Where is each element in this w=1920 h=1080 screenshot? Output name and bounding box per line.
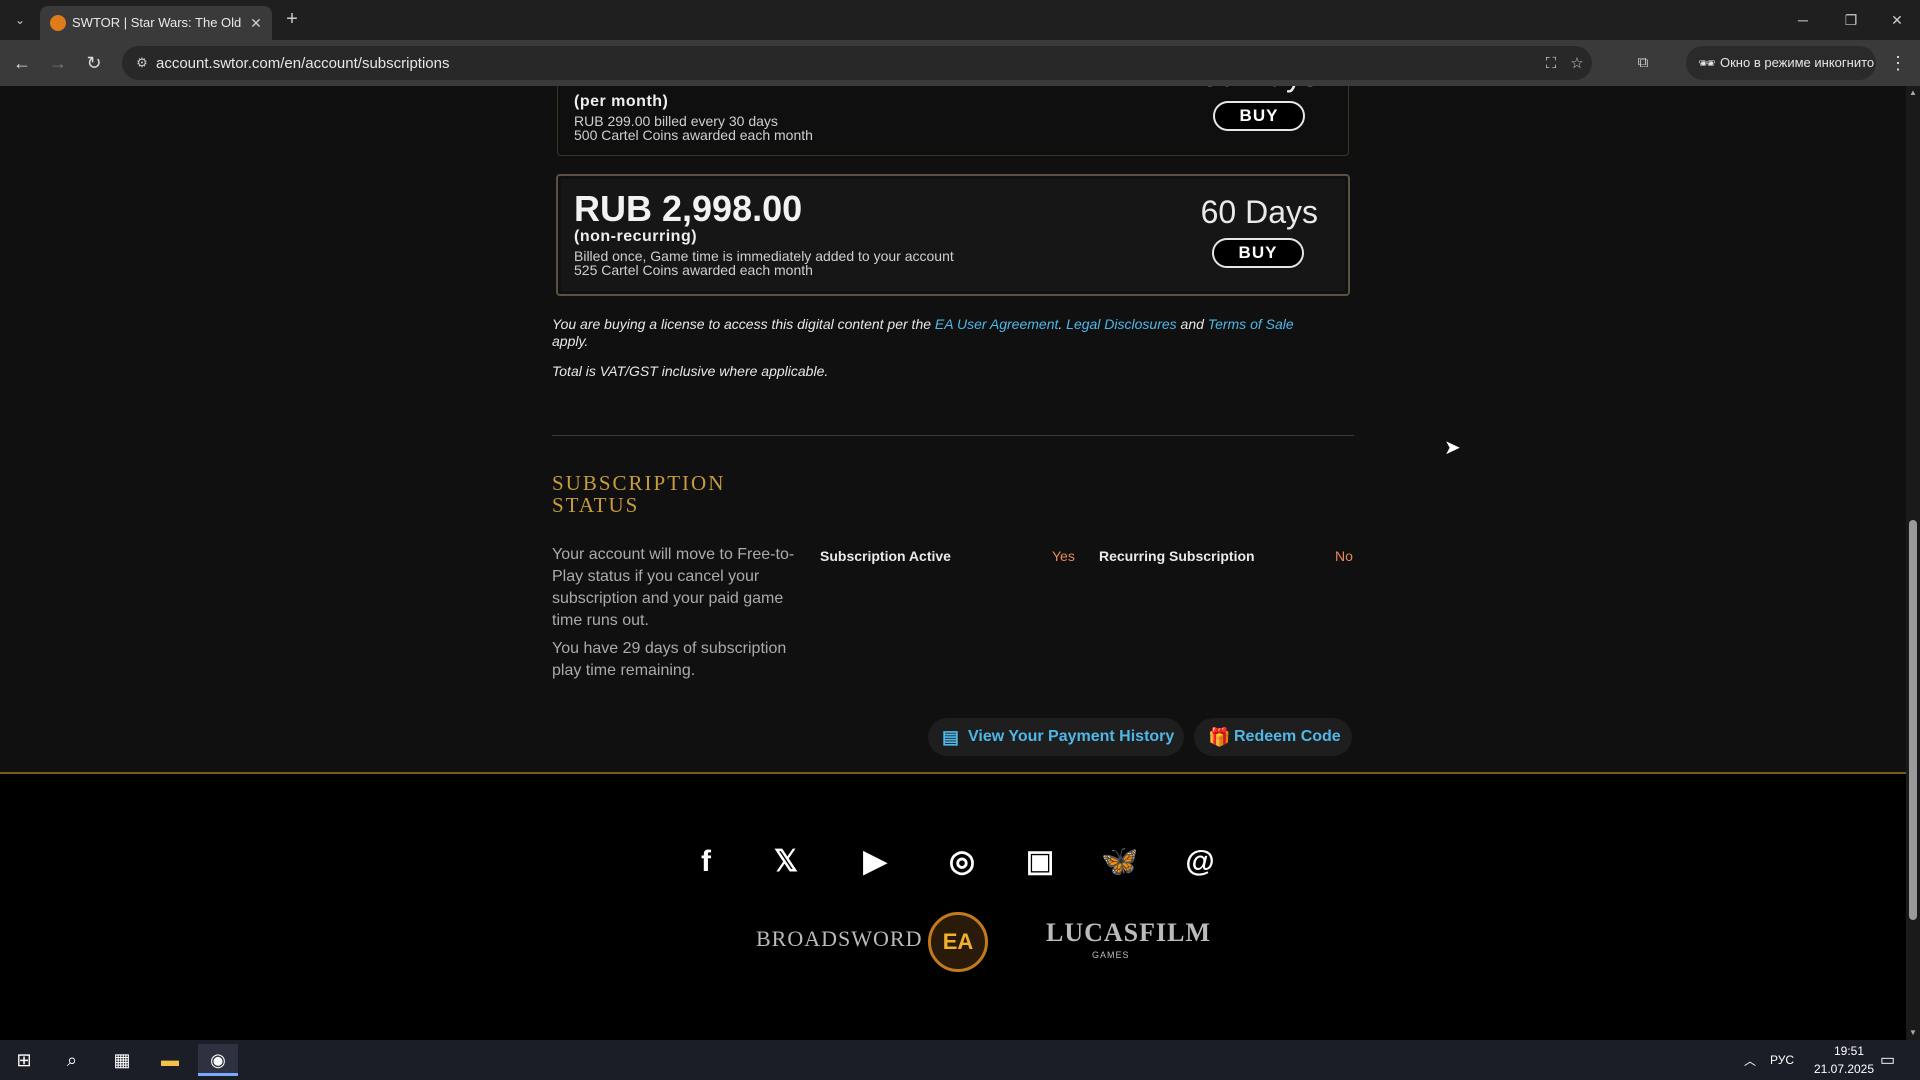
recurring-subscription-value: No [1335,548,1353,564]
buy-button[interactable]: BUY [1212,238,1304,268]
plan-type: (per month) [574,93,669,110]
legal-notice: You are buying a license to access this … [552,316,1352,350]
view-payment-history-button[interactable]: ▤ View Your Payment History [928,718,1184,756]
title-line-2: STATUS [552,493,640,517]
notifications-icon[interactable]: ▭ [1880,1050,1895,1070]
incognito-icon: 🕶 [1698,55,1716,71]
buy-button[interactable]: BUY [1213,101,1305,131]
plan-coins: 500 Cartel Coins awarded each month [574,127,813,143]
mouse-cursor-icon: ➤ [1444,437,1461,459]
search-icon[interactable]: ⌕ [52,1044,92,1076]
redeem-code-button[interactable]: 🎁 Redeem Code [1194,718,1352,756]
new-tab-plus-icon[interactable]: + [280,8,304,32]
legal-apply: apply. [552,333,589,349]
translate-icon[interactable]: ⛶ [1540,53,1562,75]
forward-arrow-icon[interactable]: → [44,49,72,77]
incognito-label: Окно в режиме инкогнито [1720,55,1875,70]
legal-separator: . [1058,316,1067,332]
plan-price: RUB 2,998.00 [574,188,803,229]
browser-tab-bar: ⌄ SWTOR | Star Wars: The Old Rep ✕ + ─ ❐… [0,0,1920,40]
plan-days: 30 Days [1158,86,1318,94]
lucasfilm-logo[interactable]: LUCASFILM [1046,918,1211,948]
restore-icon[interactable]: ❐ [1828,0,1874,40]
close-tab-icon[interactable]: ✕ [246,13,266,33]
scroll-down-icon[interactable]: ▼ [1906,1026,1920,1040]
redeem-code-label: Redeem Code [1234,728,1341,745]
subscription-status-title: SUBSCRIPTION STATUS [552,472,725,516]
title-line-1: SUBSCRIPTION [552,471,726,495]
ea-user-agreement-link[interactable]: EA User Agreement [935,316,1058,332]
site-info-icon[interactable]: ⚙ [132,53,152,73]
browser-tab[interactable]: SWTOR | Star Wars: The Old Rep ✕ [40,6,272,40]
youtube-icon[interactable]: ▶ [846,838,904,886]
language-indicator[interactable]: РУС [1770,1053,1794,1067]
chrome-icon[interactable]: ◉ [198,1044,238,1076]
tab-list-chevron-icon[interactable]: ⌄ [8,8,32,32]
browser-toolbar: ← → ↻ ⚙ account.swtor.com/en/account/sub… [0,40,1920,86]
terms-of-sale-link[interactable]: Terms of Sale [1208,316,1294,332]
view-payment-history-label: View Your Payment History [968,728,1175,745]
incognito-badge[interactable]: 🕶 Окно в режиме инкогнито [1686,46,1876,80]
scroll-up-icon[interactable]: ▲ [1906,86,1920,100]
facebook-icon[interactable]: f [682,838,730,886]
section-divider [552,435,1354,436]
plan-days: 60 Days [1200,194,1318,230]
close-window-icon[interactable]: ✕ [1874,0,1920,40]
threads-icon[interactable]: @ [1176,838,1224,886]
twitch-icon[interactable]: ▣ [1016,838,1064,886]
page-content: 30 Days (per month) RUB 299.00 billed ev… [0,86,1906,1040]
receipt-icon: ▤ [942,727,960,747]
windows-taskbar: ⊞ ⌕ ▦ ▬ ◉ ︿ РУС 19:51 21.07.2025 ▭ [0,1040,1920,1080]
file-explorer-icon[interactable]: ▬ [150,1044,190,1076]
days-remaining-text: You have 29 days of subscription play ti… [552,640,787,679]
reload-icon[interactable]: ↻ [80,49,108,77]
subscription-active-value: Yes [1052,548,1075,564]
vat-notice: Total is VAT/GST inclusive where applica… [552,363,829,379]
recurring-subscription-label: Recurring Subscription [1099,548,1255,564]
gift-icon: 🎁 [1208,727,1231,747]
tray-chevron-icon[interactable]: ︿ [1744,1052,1756,1069]
minimize-icon[interactable]: ─ [1780,0,1826,40]
browser-menu-icon[interactable]: ⋮ [1886,49,1910,77]
plan-card-monthly: 30 Days (per month) RUB 299.00 billed ev… [557,86,1349,156]
swtor-favicon-icon [50,15,66,31]
address-bar[interactable]: ⚙ account.swtor.com/en/account/subscript… [122,46,1592,80]
legal-text: You are buying a license to access this … [552,316,935,332]
instagram-icon[interactable]: ◎ [938,838,986,886]
site-footer: f 𝕏 ▶ ◎ ▣ 🦋 @ BROADSWORD EA LUCASFILM GA… [0,772,1906,1040]
extensions-icon[interactable]: ⧉ [1632,52,1654,74]
tab-title: SWTOR | Star Wars: The Old Rep [72,15,242,30]
lucasfilm-games-text: GAMES [1092,950,1130,960]
x-icon[interactable]: 𝕏 [762,838,810,886]
plan-coins: 525 Cartel Coins awarded each month [574,262,813,278]
plan-type: (non-recurring) [574,228,698,245]
clock-time[interactable]: 19:51 [1818,1044,1880,1058]
legal-disclosures-link[interactable]: Legal Disclosures [1066,316,1177,332]
status-info-text: Your account will move to Free-to-Play s… [552,546,795,629]
windows-start-icon[interactable]: ⊞ [4,1044,44,1076]
broadsword-logo[interactable]: BROADSWORD [756,926,922,952]
subscription-active-label: Subscription Active [820,548,951,564]
page-scrollbar[interactable]: ▲ ▼ [1906,86,1920,1040]
legal-and: and [1176,316,1208,332]
bluesky-icon[interactable]: 🦋 [1096,838,1144,886]
clock-date[interactable]: 21.07.2025 [1806,1062,1882,1076]
url-text[interactable]: account.swtor.com/en/account/subscriptio… [156,55,449,72]
scroll-thumb[interactable] [1909,520,1917,920]
back-arrow-icon[interactable]: ← [8,49,36,77]
calculator-icon[interactable]: ▦ [102,1044,142,1076]
ea-logo[interactable]: EA [928,912,988,972]
bookmark-star-icon[interactable]: ☆ [1566,53,1588,75]
plan-card-non-recurring: RUB 2,998.00 (non-recurring) Billed once… [556,174,1350,296]
